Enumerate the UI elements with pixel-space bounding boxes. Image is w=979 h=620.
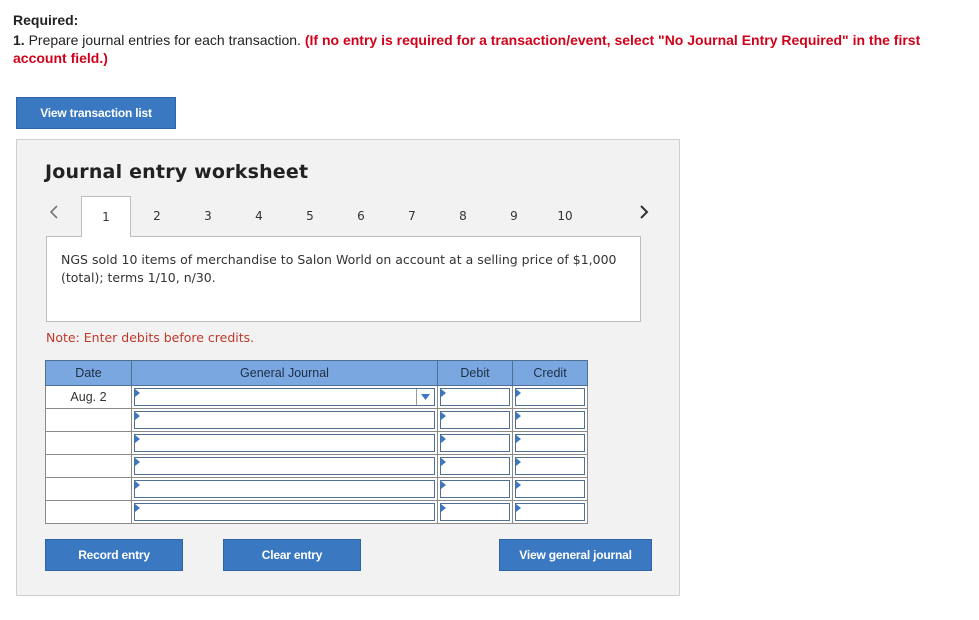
credit-cell bbox=[512, 477, 588, 501]
tab-3[interactable]: 3 bbox=[183, 196, 233, 236]
header-debit: Debit bbox=[437, 360, 513, 386]
credit-input[interactable] bbox=[515, 434, 585, 452]
account-cell bbox=[131, 500, 438, 524]
required-instruction: 1. Prepare journal entries for each tran… bbox=[13, 31, 963, 67]
journal-row bbox=[45, 431, 588, 455]
account-select[interactable] bbox=[134, 388, 435, 406]
date-cell bbox=[45, 408, 132, 432]
debit-cell bbox=[437, 408, 513, 432]
input-marker-icon bbox=[516, 458, 521, 466]
debit-cell bbox=[437, 454, 513, 478]
header-credit: Credit bbox=[512, 360, 588, 386]
tab-9[interactable]: 9 bbox=[489, 196, 539, 236]
credit-cell bbox=[512, 408, 588, 432]
worksheet-title: Journal entry worksheet bbox=[45, 161, 309, 183]
chevron-right-icon[interactable] bbox=[637, 202, 651, 222]
debit-input[interactable] bbox=[440, 480, 510, 498]
input-marker-icon bbox=[516, 481, 521, 489]
input-marker-icon bbox=[441, 504, 446, 512]
journal-row bbox=[45, 408, 588, 432]
tab-10[interactable]: 10 bbox=[540, 196, 590, 236]
tab-4[interactable]: 4 bbox=[234, 196, 284, 236]
journal-row bbox=[45, 477, 588, 501]
input-marker-icon bbox=[516, 504, 521, 512]
input-marker-icon bbox=[441, 481, 446, 489]
journal-row bbox=[45, 454, 588, 478]
date-cell bbox=[45, 431, 132, 455]
instruction-number: 1. bbox=[13, 32, 25, 48]
credit-cell bbox=[512, 500, 588, 524]
input-marker-icon bbox=[135, 435, 140, 443]
account-cell bbox=[131, 408, 438, 432]
account-cell bbox=[131, 431, 438, 455]
account-cell bbox=[131, 477, 438, 501]
date-cell: Aug. 2 bbox=[45, 385, 132, 409]
journal-entry-worksheet-panel: Journal entry worksheet 1 2 3 4 5 6 7 8 9 10 NGS … bbox=[16, 139, 680, 596]
credit-cell bbox=[512, 385, 588, 409]
account-select[interactable] bbox=[134, 411, 435, 429]
header-date: Date bbox=[45, 360, 132, 386]
input-marker-icon bbox=[516, 435, 521, 443]
clear-entry-button[interactable]: Clear entry bbox=[223, 539, 361, 571]
input-marker-icon bbox=[441, 458, 446, 466]
tab-1[interactable]: 1 bbox=[81, 196, 131, 237]
debit-input[interactable] bbox=[440, 457, 510, 475]
debit-input[interactable] bbox=[440, 411, 510, 429]
input-marker-icon bbox=[135, 389, 140, 397]
journal-table: Date General Journal Debit Credit Aug. 2 bbox=[45, 360, 588, 524]
credit-cell bbox=[512, 454, 588, 478]
input-marker-icon bbox=[516, 389, 521, 397]
transaction-tabs: 1 2 3 4 5 6 7 8 9 10 bbox=[81, 196, 625, 237]
tab-2[interactable]: 2 bbox=[132, 196, 182, 236]
credit-input[interactable] bbox=[515, 480, 585, 498]
journal-row bbox=[45, 500, 588, 524]
debit-credit-note: Note: Enter debits before credits. bbox=[46, 330, 255, 345]
input-marker-icon bbox=[135, 412, 140, 420]
date-cell bbox=[45, 477, 132, 501]
account-select[interactable] bbox=[134, 503, 435, 521]
debit-input[interactable] bbox=[440, 503, 510, 521]
date-cell bbox=[45, 500, 132, 524]
tab-8[interactable]: 8 bbox=[438, 196, 488, 236]
debit-input[interactable] bbox=[440, 388, 510, 406]
transaction-description: NGS sold 10 items of merchandise to Salo… bbox=[46, 236, 641, 322]
account-cell bbox=[131, 385, 438, 409]
journal-header-row: Date General Journal Debit Credit bbox=[45, 360, 588, 386]
debit-cell bbox=[437, 431, 513, 455]
credit-input[interactable] bbox=[515, 411, 585, 429]
input-marker-icon bbox=[135, 504, 140, 512]
debit-input[interactable] bbox=[440, 434, 510, 452]
header-general-journal: General Journal bbox=[131, 360, 438, 386]
input-marker-icon bbox=[135, 481, 140, 489]
input-marker-icon bbox=[135, 458, 140, 466]
view-transaction-list-button[interactable]: View transaction list bbox=[16, 97, 176, 129]
debit-cell bbox=[437, 500, 513, 524]
record-entry-button[interactable]: Record entry bbox=[45, 539, 183, 571]
input-marker-icon bbox=[441, 412, 446, 420]
journal-row: Aug. 2 bbox=[45, 385, 588, 409]
instruction-text: Prepare journal entries for each transac… bbox=[24, 32, 305, 48]
account-select[interactable] bbox=[134, 434, 435, 452]
required-heading: Required: bbox=[13, 12, 79, 28]
input-marker-icon bbox=[441, 435, 446, 443]
debit-cell bbox=[437, 385, 513, 409]
account-select[interactable] bbox=[134, 480, 435, 498]
input-marker-icon bbox=[516, 412, 521, 420]
input-marker-icon bbox=[441, 389, 446, 397]
credit-input[interactable] bbox=[515, 388, 585, 406]
credit-input[interactable] bbox=[515, 503, 585, 521]
chevron-left-icon[interactable] bbox=[47, 202, 61, 222]
credit-cell bbox=[512, 431, 588, 455]
tab-6[interactable]: 6 bbox=[336, 196, 386, 236]
view-general-journal-button[interactable]: View general journal bbox=[499, 539, 652, 571]
debit-cell bbox=[437, 477, 513, 501]
caret-down-icon[interactable] bbox=[416, 389, 434, 405]
credit-input[interactable] bbox=[515, 457, 585, 475]
date-cell bbox=[45, 454, 132, 478]
tab-5[interactable]: 5 bbox=[285, 196, 335, 236]
tab-7[interactable]: 7 bbox=[387, 196, 437, 236]
account-select[interactable] bbox=[134, 457, 435, 475]
account-cell bbox=[131, 454, 438, 478]
